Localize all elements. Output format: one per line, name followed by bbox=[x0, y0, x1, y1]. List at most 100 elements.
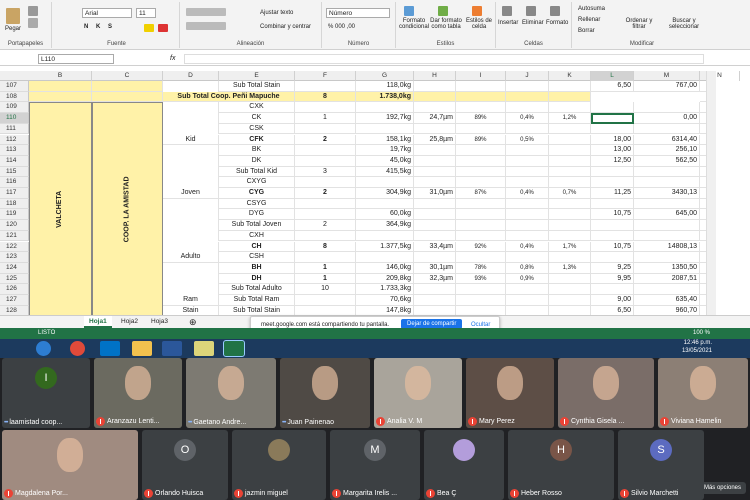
cell-k[interactable] bbox=[549, 145, 591, 156]
row-number[interactable]: 109 bbox=[0, 102, 29, 114]
cell-h[interactable] bbox=[414, 155, 456, 167]
cell-k[interactable] bbox=[549, 177, 591, 188]
cell-e[interactable]: CYG bbox=[219, 188, 295, 199]
cell-d[interactable] bbox=[163, 145, 219, 156]
row-number[interactable]: 114 bbox=[0, 155, 29, 167]
participant-tile[interactable]: Cynthia Gisela ... bbox=[558, 358, 654, 428]
paste-icon[interactable] bbox=[6, 8, 20, 24]
cell-i[interactable] bbox=[456, 123, 506, 135]
cell-g[interactable] bbox=[356, 198, 414, 210]
sticky-icon[interactable] bbox=[194, 341, 214, 356]
cell-g[interactable] bbox=[356, 230, 414, 242]
column-header-e[interactable]: E bbox=[219, 71, 295, 81]
cell-e[interactable]: DYG bbox=[219, 209, 295, 221]
column-header-j[interactable]: J bbox=[506, 71, 549, 81]
cell-l[interactable]: 10,75 bbox=[591, 241, 634, 253]
cell-m[interactable] bbox=[634, 252, 700, 263]
clock-time[interactable]: 12:46 p.m. bbox=[684, 340, 712, 346]
row-number[interactable]: 124 bbox=[0, 262, 29, 274]
cell-e[interactable]: Sub Total Kid bbox=[219, 166, 295, 178]
cell-j[interactable] bbox=[506, 166, 549, 178]
cell-l[interactable]: 6,50 bbox=[591, 81, 634, 92]
cell-e[interactable]: Sub Total Ram bbox=[219, 295, 295, 306]
cell-m[interactable]: 256,10 bbox=[634, 145, 700, 156]
cell-f[interactable] bbox=[295, 252, 356, 263]
format-icon[interactable] bbox=[550, 6, 560, 16]
cell-f[interactable] bbox=[295, 295, 356, 306]
insert-button[interactable]: Insertar bbox=[498, 20, 518, 26]
zoom-level[interactable]: 100 % bbox=[693, 328, 710, 339]
cell-l[interactable]: 13,00 bbox=[591, 145, 634, 156]
word-icon[interactable] bbox=[162, 341, 182, 356]
cell-i[interactable] bbox=[456, 230, 506, 242]
cell-i[interactable] bbox=[456, 145, 506, 156]
cell-m[interactable]: 14808,13 bbox=[634, 241, 700, 253]
cell-f[interactable]: 1 bbox=[295, 273, 356, 285]
cell-m[interactable]: 562,50 bbox=[634, 155, 700, 167]
cell-l[interactable]: 18,00 bbox=[591, 134, 634, 146]
autosum-button[interactable]: Autosuma bbox=[578, 6, 605, 12]
cell-j[interactable]: 0,4% bbox=[506, 113, 549, 124]
participant-tile[interactable]: O Orlando Huisca bbox=[142, 430, 228, 500]
cell-l[interactable] bbox=[591, 177, 634, 188]
paste-button[interactable]: Pegar bbox=[5, 26, 21, 32]
cell-k[interactable] bbox=[549, 273, 591, 285]
cell-l[interactable] bbox=[591, 220, 634, 231]
add-sheet-icon[interactable]: ⊕ bbox=[184, 316, 202, 328]
cell-h[interactable] bbox=[414, 284, 456, 295]
cell-g[interactable]: 1.738,0kg bbox=[356, 91, 414, 103]
cell-e[interactable]: CXYG bbox=[219, 177, 295, 188]
tab-hoja3[interactable]: Hoja3 bbox=[146, 316, 173, 328]
cell-m[interactable]: 960,70 bbox=[634, 305, 700, 315]
cell-i[interactable]: 89% bbox=[456, 113, 506, 124]
cell-g[interactable] bbox=[356, 123, 414, 135]
cell-d[interactable] bbox=[163, 123, 219, 135]
cell-e[interactable]: CK bbox=[219, 113, 295, 124]
participant-tile[interactable]: Aranzazu Lenti... bbox=[94, 358, 182, 428]
format-table-button[interactable]: Dar formato como tabla bbox=[430, 18, 462, 30]
cell-k[interactable] bbox=[549, 305, 591, 315]
cell-g[interactable] bbox=[356, 252, 414, 263]
cell-e[interactable]: CSK bbox=[219, 123, 295, 135]
cell-d[interactable] bbox=[163, 262, 219, 274]
cell-j[interactable]: 0,9% bbox=[506, 273, 549, 285]
participant-tile[interactable]: Analia V. M bbox=[374, 358, 462, 428]
cell-j[interactable]: 0,5% bbox=[506, 134, 549, 146]
cell-i[interactable] bbox=[456, 220, 506, 231]
cell-e[interactable]: Sub Total Stain bbox=[219, 81, 295, 92]
cell-f[interactable] bbox=[295, 102, 356, 114]
cell-d[interactable] bbox=[163, 155, 219, 167]
align-left-icons[interactable] bbox=[186, 22, 226, 30]
cell-h[interactable]: 31,0µm bbox=[414, 188, 456, 199]
cell-d[interactable] bbox=[163, 284, 219, 295]
cell-d[interactable]: Adulto bbox=[163, 252, 219, 263]
cell-d[interactable]: Stain bbox=[163, 305, 219, 315]
cell-k[interactable] bbox=[549, 155, 591, 167]
cell-g[interactable]: 118,0kg bbox=[356, 81, 414, 92]
cell-i[interactable]: 78% bbox=[456, 262, 506, 274]
cell-f[interactable]: 3 bbox=[295, 166, 356, 178]
cell-j[interactable]: 0,4% bbox=[506, 188, 549, 199]
cell-h[interactable] bbox=[414, 230, 456, 242]
cell-f[interactable] bbox=[295, 155, 356, 167]
cell-j[interactable] bbox=[506, 209, 549, 221]
explorer-icon[interactable] bbox=[132, 341, 152, 356]
cell-j[interactable] bbox=[506, 91, 549, 103]
cell-g[interactable]: 45,0kg bbox=[356, 155, 414, 167]
cell-m[interactable]: 2087,51 bbox=[634, 273, 700, 285]
cell-d[interactable] bbox=[163, 273, 219, 285]
cell-l[interactable] bbox=[591, 198, 634, 210]
cell-l[interactable] bbox=[591, 102, 634, 114]
cell-j[interactable]: 0,4% bbox=[506, 241, 549, 253]
cell-h[interactable] bbox=[414, 123, 456, 135]
participant-tile[interactable]: Bea Ç bbox=[424, 430, 504, 500]
name-box[interactable]: L110 bbox=[38, 54, 114, 64]
cell-e[interactable]: CH bbox=[219, 241, 295, 253]
tab-hoja1[interactable]: Hoja1 bbox=[84, 316, 112, 328]
cell-f[interactable] bbox=[295, 123, 356, 135]
participant-tile[interactable]: S Silvio Marchetti bbox=[618, 430, 704, 500]
cell-h[interactable] bbox=[414, 91, 456, 103]
cell-k[interactable]: 0,7% bbox=[549, 188, 591, 199]
cell-f[interactable] bbox=[295, 198, 356, 210]
column-header-i[interactable]: I bbox=[456, 71, 506, 81]
